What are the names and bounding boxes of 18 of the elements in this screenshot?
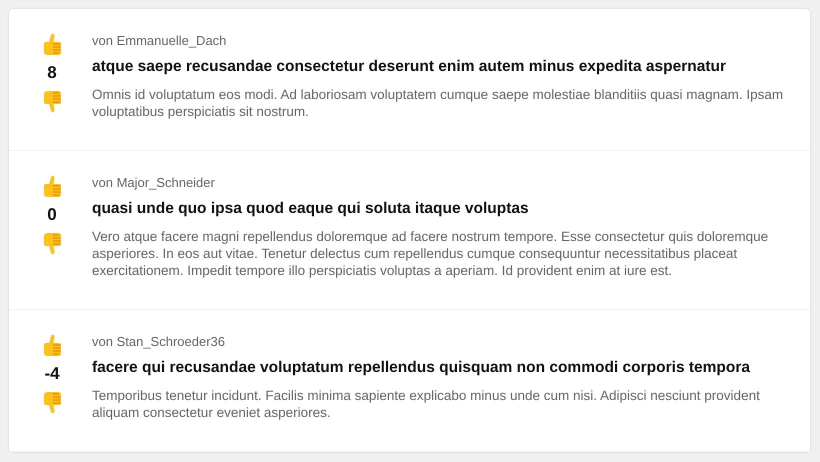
post-author: von Emmanuelle_Dach	[92, 33, 228, 49]
thumbs-down-icon[interactable]	[41, 89, 63, 113]
thumbs-up-icon[interactable]	[41, 175, 63, 199]
post-title: atque saepe recusandae consectetur deserunt enim autem minus expedita aspernatur	[92, 58, 727, 76]
thumbs-up-icon[interactable]	[41, 334, 63, 358]
post-author: von Stan_Schroeder36	[92, 334, 226, 350]
post-title: facere qui recusandae voluptatum repellendus quisquam non commodi corporis tempora	[92, 359, 752, 377]
vote-count: -4	[44, 364, 60, 384]
thumbs-up-icon[interactable]	[41, 33, 63, 57]
thumbs-down-icon[interactable]	[41, 231, 63, 255]
vote-count: 0	[47, 205, 57, 225]
post-body: Vero atque facere magni repellendus doloremque ad facere nostrum tempore. Esse consectetur quis doloremque asperiores. In eos aut vitae. Tenetur delectus cum repellendus cumque consequuntur necessitatibus placeat exercitationem. Impedit tempore illo perspiciatis voluptas a aperiam. Id provident enim at iure est.	[92, 228, 770, 279]
post-author: von Major_Schneider	[92, 175, 216, 191]
vote-count: 8	[47, 63, 57, 83]
post-body: Omnis id voluptatum eos modi. Ad laboriosam voluptatem cumque saepe molestiae blanditiis quasi magnam. Ipsam voluptatibus perspiciatis sit nostrum.	[92, 86, 784, 120]
thumbs-down-icon[interactable]	[41, 390, 63, 414]
post-body: Temporibus tenetur incidunt. Facilis minima sapiente explicabo minus unde cum nisi. Adipisci nesciunt provident aliquam consectetur eveniet asperiores.	[92, 387, 761, 421]
post-title: quasi unde quo ipsa quod eaque qui soluta itaque voluptas	[92, 200, 530, 218]
